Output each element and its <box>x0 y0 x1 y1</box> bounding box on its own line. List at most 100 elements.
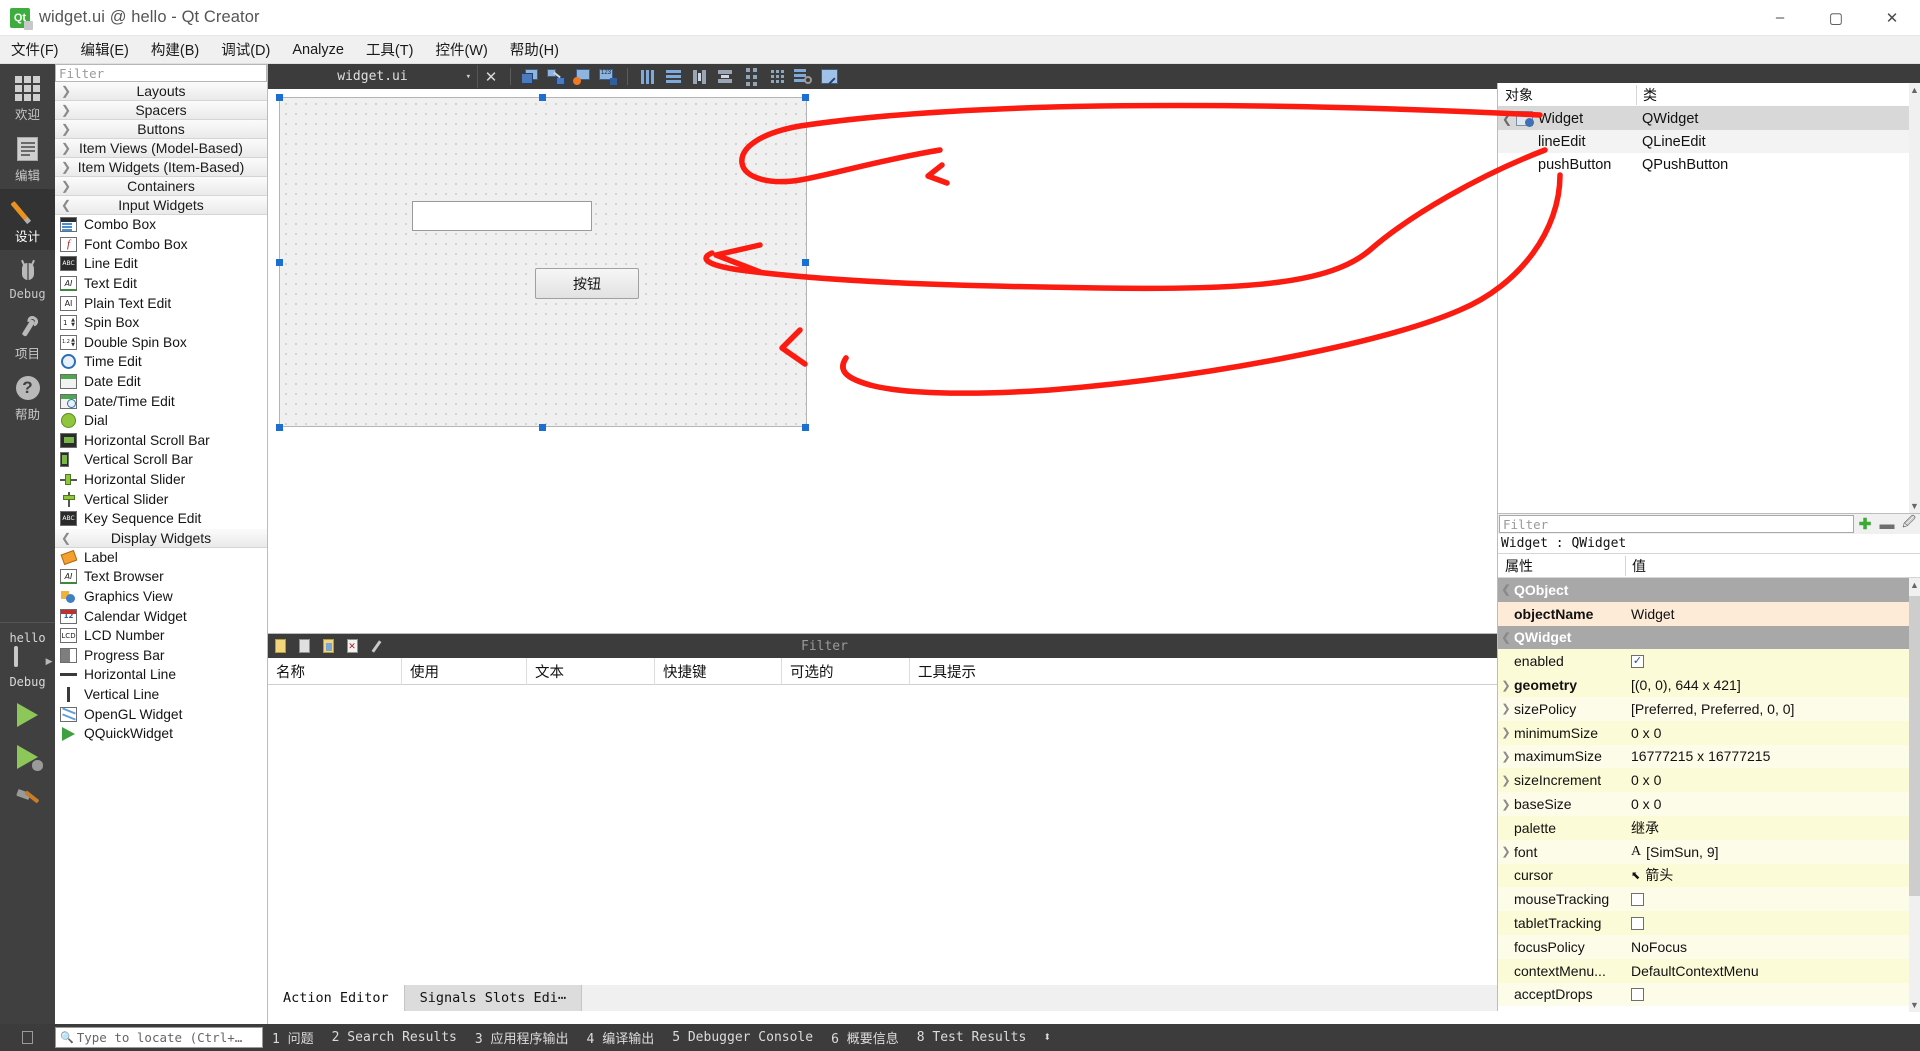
edit-tab-order-button[interactable]: 123 <box>597 66 619 87</box>
build-button[interactable] <box>0 778 55 820</box>
widgetbox-group-display-widgets[interactable]: ❮ Display Widgets <box>55 528 267 548</box>
chevron-up-icon[interactable]: ▲ <box>1909 580 1920 590</box>
property-row-minimumsize[interactable]: ❯ minimumSize 0 x 0 <box>1498 720 1920 745</box>
chevron-right-icon[interactable]: ❯ <box>1498 798 1514 811</box>
menu-build[interactable]: 构建(B) <box>140 36 210 63</box>
resize-handle-top-left[interactable] <box>276 94 283 101</box>
widget-item-horizontal-scroll-bar[interactable]: Horizontal Scroll Bar <box>55 431 267 451</box>
new-action-button[interactable] <box>268 635 292 657</box>
chevron-up-icon[interactable]: ▲ <box>1909 85 1920 95</box>
edit-widgets-button[interactable] <box>519 66 541 87</box>
output-pane-updown-button[interactable]: ⬍ <box>1035 1030 1059 1045</box>
property-value[interactable]: [(0, 0), 644 x 421] <box>1625 677 1920 693</box>
property-group-qobject[interactable]: ❮ QObject <box>1498 578 1920 602</box>
widget-item-qquickwidget[interactable]: QQuickWidget <box>55 724 267 744</box>
property-row-mousetracking[interactable]: mouseTracking <box>1498 887 1920 912</box>
widgetbox-group-buttons[interactable]: ❯ Buttons <box>55 120 267 139</box>
mode-edit[interactable]: 编辑 <box>0 128 55 189</box>
kit-selector[interactable]: hello ▶ Debug <box>0 624 55 694</box>
tab-action-editor[interactable]: Action Editor <box>268 985 405 1011</box>
acceptdrops-checkbox[interactable] <box>1631 987 1644 1001</box>
output-pane-general-messages[interactable]: 6 概要信息 <box>822 1028 908 1047</box>
chevron-right-icon[interactable]: ❯ <box>1498 679 1514 692</box>
property-row-cursor[interactable]: cursor ⬉ 箭头 <box>1498 863 1920 888</box>
widget-item-dial[interactable]: Dial <box>55 411 267 431</box>
paste-action-button[interactable] <box>316 635 340 657</box>
property-value[interactable]: 箭头 <box>1645 865 1673 885</box>
widget-item-progress-bar[interactable]: Progress Bar <box>55 645 267 665</box>
layout-form-button[interactable] <box>740 66 762 87</box>
property-row-tablettracking[interactable]: tabletTracking <box>1498 911 1920 935</box>
widgetbox-group-containers[interactable]: ❯ Containers <box>55 177 267 196</box>
break-layout-button[interactable] <box>792 66 814 87</box>
property-group-qwidget[interactable]: ❮ QWidget <box>1498 625 1920 650</box>
chevron-down-icon[interactable]: ❮ <box>1498 112 1516 126</box>
widget-item-horizontal-line[interactable]: Horizontal Line <box>55 665 267 685</box>
property-row-sizepolicy[interactable]: ❯ sizePolicy [Preferred, Preferred, 0, 0] <box>1498 696 1920 721</box>
output-toggle-button[interactable] <box>0 1031 55 1044</box>
widget-item-time-edit[interactable]: Time Edit <box>55 352 267 372</box>
open-documents-combo[interactable]: widget.ui ▾ <box>268 65 478 88</box>
remove-dynamic-property-button[interactable]: ▬ <box>1876 514 1898 534</box>
run-button[interactable] <box>0 694 55 736</box>
widget-item-date-edit[interactable]: Date Edit <box>55 372 267 392</box>
property-row-enabled[interactable]: enabled ✓ <box>1498 649 1920 674</box>
property-row-font[interactable]: ❯ font A [SimSun, 9] <box>1498 839 1920 864</box>
chevron-right-icon[interactable]: ❯ <box>1498 750 1514 763</box>
widget-item-graphics-view[interactable]: Graphics View <box>55 587 267 607</box>
resize-handle-middle-left[interactable] <box>276 259 283 266</box>
property-row-contextmenupolicy[interactable]: contextMenu... DefaultContextMenu <box>1498 958 1920 983</box>
widget-item-line-edit[interactable]: ABC Line Edit <box>55 254 267 274</box>
widget-item-vertical-scroll-bar[interactable]: Vertical Scroll Bar <box>55 450 267 470</box>
minimize-button[interactable]: – <box>1752 0 1808 36</box>
chevron-down-icon[interactable]: ▼ <box>1909 1000 1920 1010</box>
resize-handle-bottom-center[interactable] <box>539 424 546 431</box>
property-value[interactable]: 继承 <box>1625 818 1920 838</box>
widgetbox-group-item-views[interactable]: ❯ Item Views (Model-Based) <box>55 139 267 158</box>
object-inspector-scrollbar[interactable]: ▲ ▼ <box>1909 83 1920 513</box>
menu-analyze[interactable]: Analyze <box>281 39 355 61</box>
property-value[interactable]: Widget <box>1625 606 1920 622</box>
scrollbar-thumb[interactable] <box>1909 596 1920 896</box>
layout-grid-button[interactable] <box>766 66 788 87</box>
edit-action-button[interactable] <box>364 635 388 657</box>
mode-help[interactable]: ? 帮助 <box>0 367 55 428</box>
form-canvas[interactable]: 按钮 <box>268 89 1222 633</box>
output-pane-compile-output[interactable]: 4 编译输出 <box>578 1028 664 1047</box>
widget-item-horizontal-slider[interactable]: Horizontal Slider <box>55 470 267 490</box>
debug-button[interactable] <box>0 736 55 778</box>
widget-item-opengl-widget[interactable]: OpenGL Widget <box>55 704 267 724</box>
layout-splitter-v-button[interactable] <box>714 66 736 87</box>
menu-edit[interactable]: 编辑(E) <box>70 36 140 63</box>
widgetbox-group-item-widgets[interactable]: ❯ Item Widgets (Item-Based) <box>55 158 267 177</box>
resize-handle-middle-right[interactable] <box>802 259 809 266</box>
chevron-down-icon[interactable]: ▼ <box>1909 501 1920 511</box>
property-value[interactable]: 0 x 0 <box>1625 725 1920 741</box>
widgetbox-group-spacers[interactable]: ❯ Spacers <box>55 101 267 120</box>
chevron-right-icon[interactable]: ❯ <box>1498 702 1514 715</box>
property-row-objectname[interactable]: objectName Widget <box>1498 601 1920 626</box>
output-pane-search-results[interactable]: 2 Search Results <box>323 1030 466 1045</box>
object-row-pushbutton[interactable]: pushButton QPushButton <box>1498 153 1920 176</box>
chevron-right-icon[interactable]: ❯ <box>1498 845 1514 858</box>
resize-handle-bottom-right[interactable] <box>802 424 809 431</box>
output-pane-debugger-console[interactable]: 5 Debugger Console <box>663 1030 822 1045</box>
close-button[interactable]: ✕ <box>1864 0 1920 36</box>
copy-action-button[interactable] <box>292 635 316 657</box>
output-pane-test-results[interactable]: 8 Test Results <box>908 1030 1036 1045</box>
widget-item-combo-box[interactable]: Combo Box <box>55 215 267 235</box>
chevron-down-icon[interactable]: ❮ <box>1498 631 1514 644</box>
property-row-focuspolicy[interactable]: focusPolicy NoFocus <box>1498 934 1920 959</box>
form-widget[interactable]: 按钮 <box>279 97 807 427</box>
property-row-geometry[interactable]: ❯ geometry [(0, 0), 644 x 421] <box>1498 673 1920 697</box>
widget-item-plain-text-edit[interactable]: AI Plain Text Edit <box>55 293 267 313</box>
property-row-basesize[interactable]: ❯ baseSize 0 x 0 <box>1498 792 1920 816</box>
layout-vertically-button[interactable] <box>662 66 684 87</box>
widgetbox-group-layouts[interactable]: ❯ Layouts <box>55 82 267 101</box>
widget-item-key-sequence-edit[interactable]: ABC Key Sequence Edit <box>55 509 267 529</box>
adjust-size-button[interactable] <box>818 66 840 87</box>
widget-item-text-browser[interactable]: AI Text Browser <box>55 567 267 587</box>
widget-item-text-edit[interactable]: AI Text Edit <box>55 274 267 294</box>
close-document-button[interactable]: ✕ <box>480 66 502 87</box>
mode-debug[interactable]: Debug <box>0 250 55 306</box>
